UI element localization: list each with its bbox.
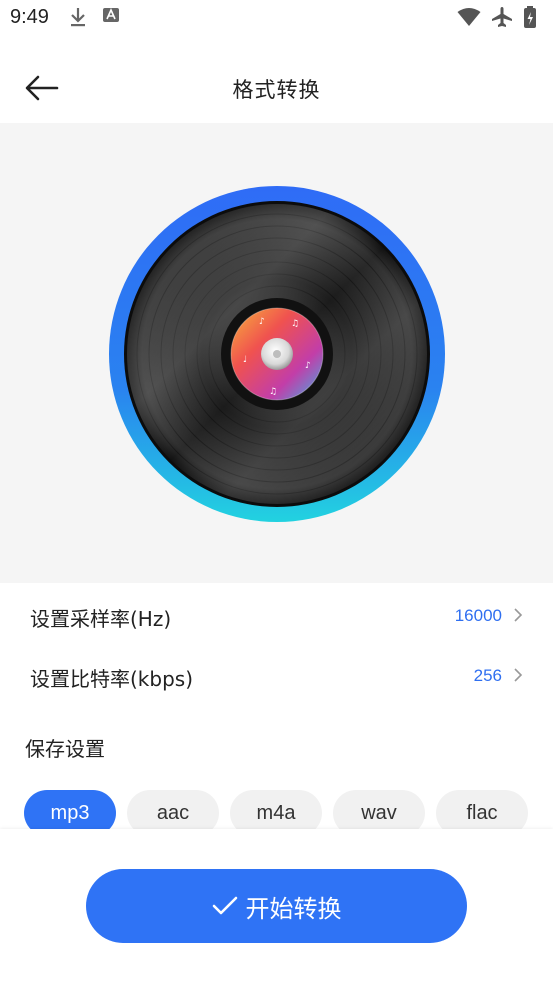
- download-icon: [71, 8, 85, 27]
- battery-icon: [524, 6, 536, 28]
- bitrate-row[interactable]: 设置比特率(kbps) 256: [0, 647, 553, 703]
- check-icon: [212, 896, 237, 915]
- vinyl-record-illustration: ♪ ♫ ♩ ♪ ♫: [109, 186, 445, 522]
- status-bar: 9:49: [0, 0, 553, 40]
- bottom-action-bar: 开始转换: [0, 829, 553, 983]
- status-time: 9:49: [10, 6, 49, 28]
- bitrate-value: 256: [473, 666, 502, 685]
- svg-text:♪: ♪: [305, 361, 311, 371]
- start-conversion-button[interactable]: 开始转换: [86, 869, 467, 943]
- format-option-aac[interactable]: aac: [127, 790, 219, 830]
- wifi-icon: [457, 8, 481, 26]
- svg-text:♫: ♫: [291, 319, 299, 329]
- chevron-right-icon: [514, 608, 523, 622]
- svg-text:♫: ♫: [269, 387, 277, 397]
- start-conversion-label: 开始转换: [245, 894, 342, 923]
- save-settings-title: 保存设置: [25, 737, 105, 761]
- svg-text:♪: ♪: [259, 317, 265, 327]
- bitrate-label: 设置比特率(kbps): [30, 667, 193, 691]
- sample-rate-label: 设置采样率(Hz): [30, 607, 172, 631]
- page-title: 格式转换: [232, 78, 321, 102]
- format-option-m4a[interactable]: m4a: [230, 790, 322, 830]
- chevron-right-icon: [514, 668, 523, 682]
- svg-text:♩: ♩: [243, 355, 247, 365]
- app-bar: 格式转换: [0, 54, 553, 122]
- hero-panel: ♪ ♫ ♩ ♪ ♫: [0, 123, 553, 583]
- status-icons-left: [68, 6, 120, 28]
- sample-rate-value: 16000: [454, 606, 502, 625]
- airplane-mode-icon: [492, 7, 512, 27]
- format-option-flac[interactable]: flac: [436, 790, 528, 830]
- font-app-icon: [103, 8, 119, 22]
- sample-rate-row[interactable]: 设置采样率(Hz) 16000: [0, 587, 553, 643]
- format-options: mp3 aac m4a wav flac: [24, 790, 553, 830]
- format-option-wav[interactable]: wav: [333, 790, 425, 830]
- status-icons-right: [457, 6, 537, 28]
- format-option-mp3[interactable]: mp3: [24, 790, 116, 830]
